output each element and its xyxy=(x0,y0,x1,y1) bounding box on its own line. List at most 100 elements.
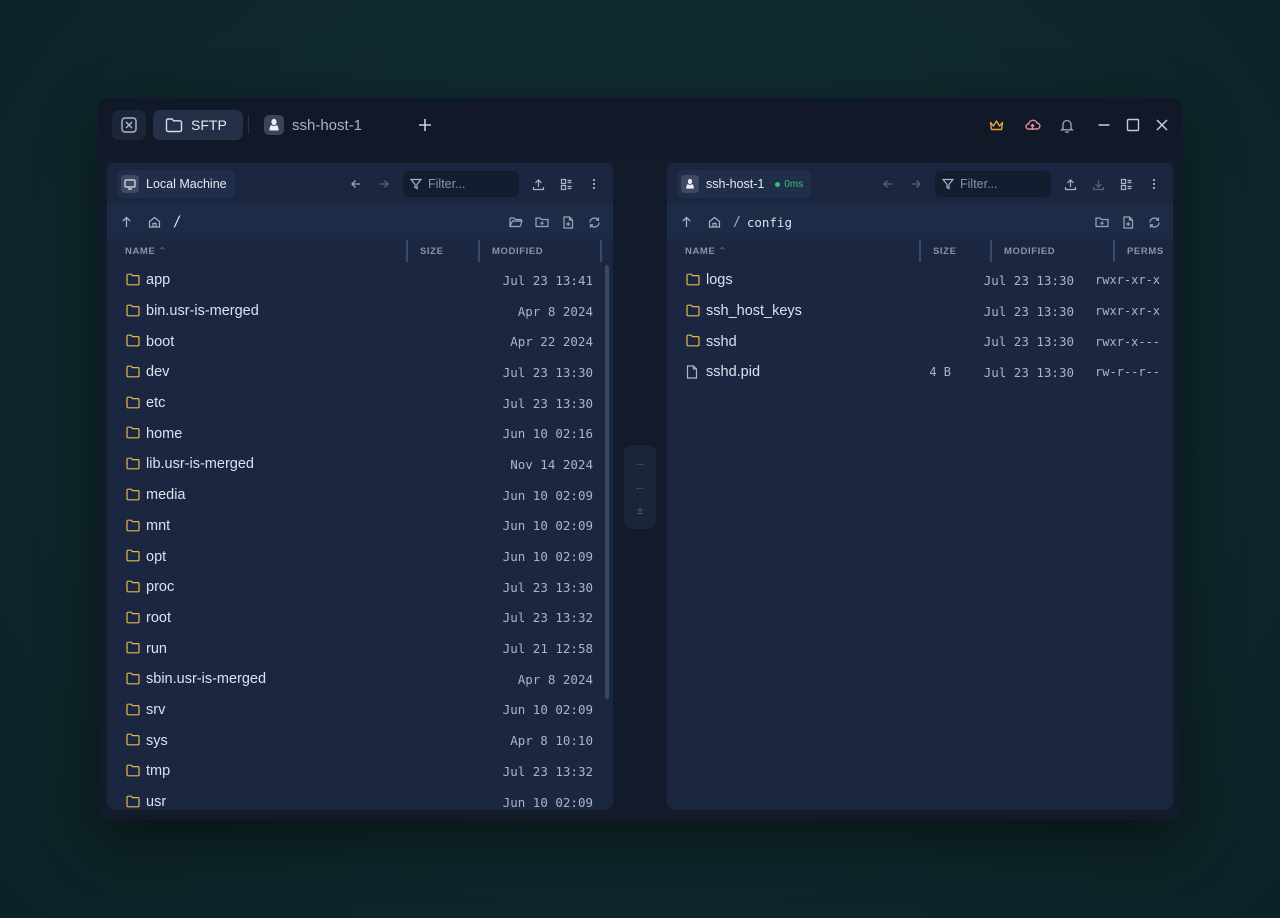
scrollbar[interactable] xyxy=(605,265,609,699)
upload-icon xyxy=(532,178,544,190)
table-row[interactable]: app Jul 23 13:41 xyxy=(107,265,613,296)
folder-icon xyxy=(126,764,140,778)
app-menu-button[interactable] xyxy=(112,110,146,140)
column-name[interactable]: NAME ⌃ xyxy=(685,239,727,263)
column-size[interactable]: SIZE xyxy=(933,239,957,263)
table-row[interactable]: logs Jul 23 13:30 rwxr-xr-x xyxy=(667,265,1173,296)
upload-button[interactable] xyxy=(529,175,547,193)
table-row[interactable]: dev Jul 23 13:30 xyxy=(107,357,613,388)
new-folder-button[interactable] xyxy=(1093,213,1111,231)
column-name[interactable]: NAME ⌃ xyxy=(125,239,167,263)
view-toggle-button[interactable] xyxy=(557,175,575,193)
back-button[interactable] xyxy=(347,175,365,193)
file-modified: Jul 23 13:30 xyxy=(983,303,1074,319)
sync-button[interactable] xyxy=(1019,112,1045,138)
file-modified: Jun 10 02:09 xyxy=(502,518,593,534)
parent-dir-button[interactable] xyxy=(677,213,695,231)
new-folder-button[interactable] xyxy=(533,213,551,231)
table-row[interactable]: tmp Jul 23 13:32 xyxy=(107,756,613,787)
upload-button[interactable] xyxy=(1061,175,1079,193)
column-resize-handle[interactable] xyxy=(1113,240,1115,262)
download-button[interactable] xyxy=(1089,175,1107,193)
open-folder-button[interactable] xyxy=(507,213,525,231)
table-row[interactable]: root Jul 23 13:32 xyxy=(107,603,613,634)
column-resize-handle[interactable] xyxy=(600,240,602,262)
table-row[interactable]: sshd Jul 23 13:30 rwxr-x--- xyxy=(667,326,1173,357)
transfer-left-button[interactable]: ← xyxy=(635,481,646,493)
more-button[interactable] xyxy=(585,175,603,193)
file-name: sshd.pid xyxy=(706,364,761,381)
table-row[interactable]: media Jun 10 02:09 xyxy=(107,480,613,511)
table-row[interactable]: proc Jul 23 13:30 xyxy=(107,572,613,603)
tab-ssh-host[interactable]: ssh-host-1 xyxy=(252,110,402,140)
new-file-button[interactable] xyxy=(1119,213,1137,231)
table-row[interactable]: bin.usr-is-merged Apr 8 2024 xyxy=(107,296,613,327)
file-icon xyxy=(686,365,700,379)
table-row[interactable]: sbin.usr-is-merged Apr 8 2024 xyxy=(107,664,613,695)
column-resize-handle[interactable] xyxy=(919,240,921,262)
maximize-button[interactable] xyxy=(1120,112,1146,138)
column-resize-handle[interactable] xyxy=(990,240,992,262)
column-perms[interactable]: PERMS xyxy=(1127,239,1164,263)
table-row[interactable]: ssh_host_keys Jul 23 13:30 rwxr-xr-x xyxy=(667,296,1173,327)
table-row[interactable]: home Jun 10 02:16 xyxy=(107,418,613,449)
file-modified: Jun 10 02:09 xyxy=(502,702,593,718)
new-tab-button[interactable] xyxy=(412,112,438,138)
parent-dir-button[interactable] xyxy=(117,213,135,231)
file-name: sshd xyxy=(706,333,737,350)
file-name: dev xyxy=(146,364,170,381)
filter-icon xyxy=(410,178,422,190)
file-modified: Jun 10 02:09 xyxy=(502,549,593,565)
home-button[interactable] xyxy=(705,213,723,231)
host-selector[interactable]: Local Machine xyxy=(117,170,235,198)
column-modified[interactable]: MODIFIED xyxy=(492,239,543,263)
table-row[interactable]: mnt Jun 10 02:09 xyxy=(107,511,613,542)
table-row[interactable]: opt Jun 10 02:09 xyxy=(107,541,613,572)
more-button[interactable] xyxy=(1145,175,1163,193)
table-row[interactable]: srv Jun 10 02:09 xyxy=(107,695,613,726)
table-row[interactable]: sys Apr 8 10:10 xyxy=(107,725,613,756)
folder-icon xyxy=(686,334,700,348)
column-resize-handle[interactable] xyxy=(478,240,480,262)
table-row[interactable]: run Jul 21 12:58 xyxy=(107,633,613,664)
close-button[interactable] xyxy=(1149,112,1175,138)
file-modified: Jun 10 02:09 xyxy=(502,487,593,503)
minimize-button[interactable] xyxy=(1091,112,1117,138)
filter-input[interactable] xyxy=(960,177,1044,191)
filter-box xyxy=(403,171,519,197)
home-button[interactable] xyxy=(145,213,163,231)
table-row[interactable]: lib.usr-is-merged Nov 14 2024 xyxy=(107,449,613,480)
column-modified[interactable]: MODIFIED xyxy=(1004,239,1055,263)
maximize-icon xyxy=(1126,118,1140,132)
refresh-button[interactable] xyxy=(585,213,603,231)
file-name: usr xyxy=(146,794,167,810)
table-row[interactable]: usr Jun 10 02:09 xyxy=(107,787,613,810)
breadcrumb-segment[interactable]: config xyxy=(747,215,792,230)
tab-sftp[interactable]: SFTP xyxy=(153,110,243,140)
table-row[interactable]: sshd.pid 4 B Jul 23 13:30 rw-r--r-- xyxy=(667,357,1173,388)
host-selector[interactable]: ssh-host-1 0ms xyxy=(677,170,812,198)
notifications-button[interactable] xyxy=(1054,112,1080,138)
forward-button[interactable] xyxy=(375,175,393,193)
view-toggle-button[interactable] xyxy=(1117,175,1135,193)
table-row[interactable]: etc Jul 23 13:30 xyxy=(107,388,613,419)
breadcrumb-root[interactable]: / xyxy=(733,215,741,230)
file-perms: rwxr-xr-x xyxy=(1095,273,1161,288)
back-button[interactable] xyxy=(879,175,897,193)
refresh-button[interactable] xyxy=(1145,213,1163,231)
premium-button[interactable] xyxy=(983,112,1009,138)
column-resize-handle[interactable] xyxy=(406,240,408,262)
filter-input[interactable] xyxy=(428,177,512,191)
file-name: run xyxy=(146,640,167,657)
sync-both-button[interactable]: ± xyxy=(637,505,643,517)
new-file-button[interactable] xyxy=(559,213,577,231)
breadcrumb-path[interactable]: / xyxy=(173,214,181,230)
table-row[interactable]: boot Apr 22 2024 xyxy=(107,326,613,357)
forward-button[interactable] xyxy=(907,175,925,193)
app-window: SFTP ssh-host-1 Local Machine Filter... … xyxy=(98,98,1182,820)
folder-icon xyxy=(126,304,140,318)
column-size[interactable]: SIZE xyxy=(420,239,444,263)
remote-panel: ssh-host-1 0ms Filter... / config NAME ⌃… xyxy=(667,163,1173,810)
file-modified: Jul 23 13:30 xyxy=(502,364,593,380)
transfer-right-button[interactable]: → xyxy=(635,457,646,469)
